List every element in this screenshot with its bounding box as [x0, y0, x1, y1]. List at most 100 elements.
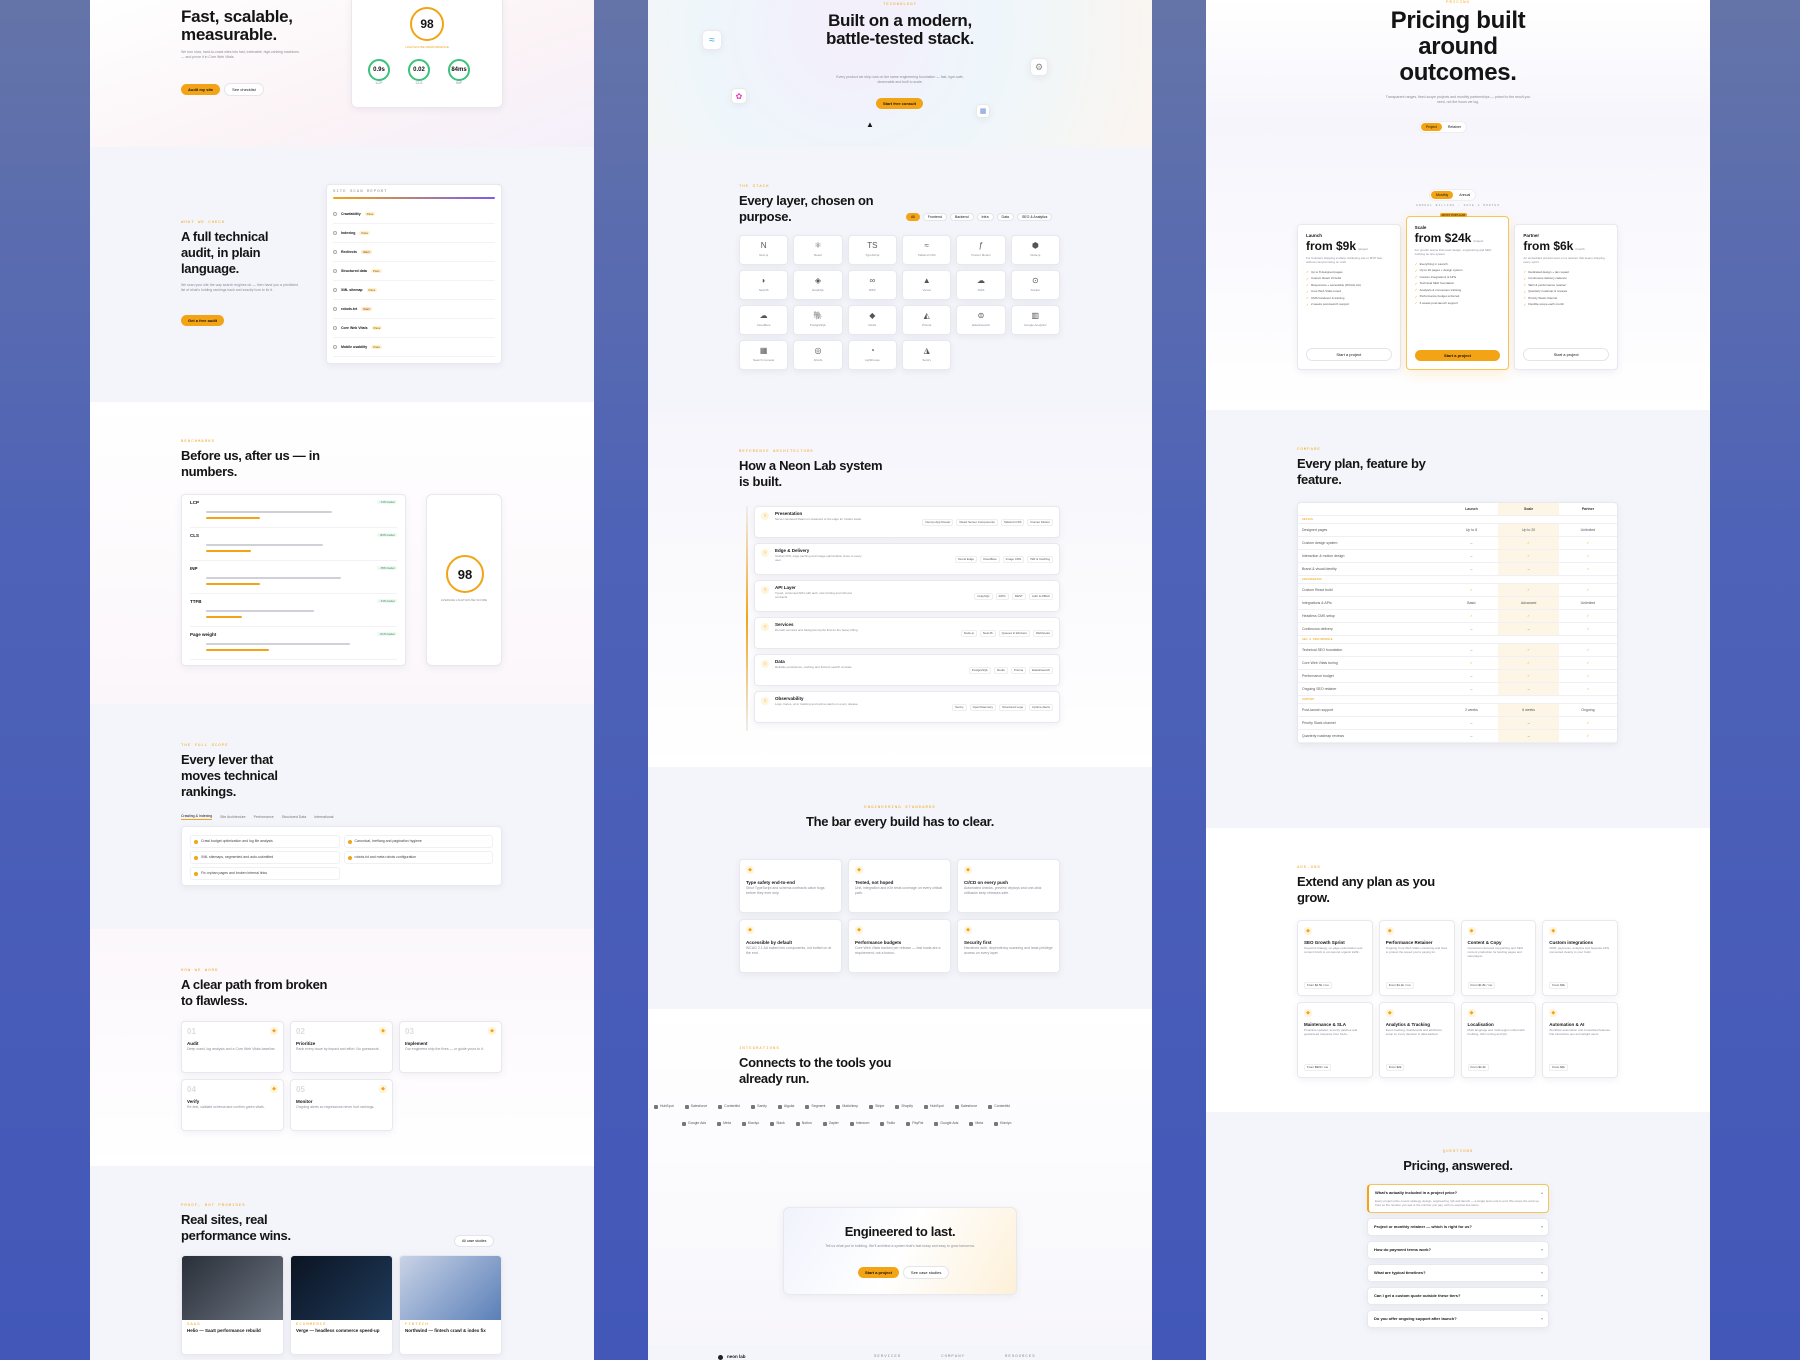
- standard-desc: Hardened auth, dependency scanning and l…: [964, 946, 1053, 955]
- step-icon: ◆: [379, 1085, 387, 1093]
- addon-price: From $2.5k / mo: [1304, 982, 1332, 989]
- addon-card[interactable]: ◆ Custom integrations CRM, payments, analy…: [1542, 920, 1618, 996]
- arch-layer[interactable]: ○ API Layer Typed, versioned APIs with aut…: [754, 580, 1060, 612]
- stack-filter[interactable]: Data: [996, 213, 1014, 221]
- consult-button[interactable]: Start free consult: [876, 98, 923, 109]
- all-cases-link[interactable]: All case studies: [454, 1235, 495, 1247]
- faq-item[interactable]: How do payment terms work? ▾: [1367, 1241, 1549, 1259]
- pricing-body: Transparent ranges, fixed-scope projects…: [1385, 95, 1531, 104]
- addon-card[interactable]: ◆ Automation & AI Workflow automation and …: [1542, 1002, 1618, 1078]
- stack-filter[interactable]: SEO & Analytics: [1016, 213, 1053, 221]
- stack-tool[interactable]: ⊜ Elasticsearch: [956, 305, 1006, 335]
- stack-filter[interactable]: Frontend: [922, 213, 947, 221]
- scan-item: Redirects Warn: [333, 243, 495, 262]
- faq-item[interactable]: What's actually included in a project pr…: [1367, 1184, 1549, 1213]
- addon-card[interactable]: ◆ Localisation Multi-language and multi-re…: [1460, 1002, 1537, 1078]
- stack-tool[interactable]: TS TypeScript: [847, 235, 897, 265]
- stack-tool[interactable]: ≈ Tailwind CSS: [901, 235, 952, 265]
- tool-name: TypeScript: [865, 253, 880, 257]
- faq-item[interactable]: Do you offer ongoing support after launc…: [1367, 1310, 1549, 1328]
- start-project-button[interactable]: Start a project: [858, 1267, 899, 1278]
- addon-card[interactable]: ◆ Analytics & Tracking Event tracking, das…: [1378, 1002, 1455, 1078]
- lever-text: robots.txt and meta robots configuration: [354, 855, 417, 859]
- check-icon: ✓: [1306, 270, 1309, 275]
- feature-value: ✓: [1498, 583, 1559, 597]
- stack-tool[interactable]: ⊙ Docker: [1010, 270, 1060, 300]
- stack-tool[interactable]: ▲ Vercel: [901, 270, 952, 300]
- layer-tag: tRPC: [995, 593, 1009, 600]
- case-tag: FINTECH: [405, 1323, 429, 1327]
- addon-price: From $2.4k: [1467, 1064, 1489, 1071]
- compare-row: Technical SEO foundation – ✓ ✓: [1298, 643, 1617, 657]
- check-icon: [333, 269, 337, 273]
- arch-layer[interactable]: ○ Presentation Server-rendered React on st…: [754, 506, 1060, 538]
- toggle-project[interactable]: Project: [1421, 123, 1442, 131]
- stack-tool[interactable]: ☁ AWS: [956, 270, 1006, 300]
- integration-icon: [795, 1121, 800, 1126]
- footer-columns: SERVICES COMPANY RESOURCES: [874, 1355, 1036, 1359]
- case-card[interactable]: SAAS Helio — SaaS performance rebuild: [181, 1255, 284, 1355]
- billing-annual[interactable]: Annual: [1455, 192, 1475, 198]
- stack-tool[interactable]: ◆ Redis: [847, 305, 897, 335]
- checklist-button[interactable]: See checklist: [224, 83, 264, 96]
- after-bar: [206, 517, 260, 519]
- stack-filter[interactable]: Backend: [949, 213, 974, 221]
- integration-logo: Stripe: [869, 1104, 884, 1109]
- addon-card[interactable]: ◆ SEO Growth Sprint Keyword strategy, on-p…: [1297, 920, 1373, 996]
- stack-tool[interactable]: ⚛ React: [793, 235, 843, 265]
- faq-item[interactable]: Can I get a custom quote outside these t…: [1367, 1287, 1549, 1305]
- addon-desc: Conversion-focused copywriting and SEO c…: [1467, 946, 1524, 958]
- levers-tab[interactable]: Structured Data: [282, 815, 307, 820]
- plan-cta-button[interactable]: Start a project: [1306, 348, 1392, 361]
- arch-layer[interactable]: ○ Edge & Delivery Global CDN, edge caching…: [754, 543, 1060, 575]
- feature-name: Core Web Vitals tuning: [1298, 656, 1445, 670]
- arch-layer[interactable]: ○ Data Reliable persistence, caching and f…: [754, 654, 1060, 686]
- stack-tool[interactable]: ◮ Sentry: [901, 340, 952, 370]
- faq-item[interactable]: Project or monthly retainer — which is r…: [1367, 1218, 1549, 1236]
- plan-cta-button[interactable]: Start a project: [1414, 350, 1501, 361]
- stack-tool[interactable]: ⬢ Node.js: [1010, 235, 1060, 265]
- addon-icon: ◆: [1304, 927, 1312, 935]
- billing-monthly[interactable]: Monthly: [1431, 191, 1454, 199]
- process-step: 03 ◆ Implement Our engineers ship the fixes…: [399, 1021, 502, 1073]
- stack-tool[interactable]: 🐘 PostgreSQL: [793, 305, 843, 335]
- arch-layer[interactable]: ○ Observability Logs, traces, error tracki…: [754, 691, 1060, 723]
- arch-layer[interactable]: ○ Services Domain services and background …: [754, 617, 1060, 649]
- levers-tab[interactable]: Performance: [254, 815, 274, 820]
- faq-item[interactable]: What are typical timelines? ▾: [1367, 1264, 1549, 1282]
- plan-cta-button[interactable]: Start a project: [1523, 348, 1609, 361]
- stack-tool[interactable]: ◗ NestJS: [739, 270, 789, 300]
- stack-tool[interactable]: ◈ GraphQL: [793, 270, 843, 300]
- levers-tab[interactable]: Crawling & Indexing: [181, 814, 213, 820]
- lighthouse-card: 98 LIGHTHOUSE PERFORMANCE 0.9s LCP 0.02 CL…: [351, 0, 503, 108]
- stack-tool[interactable]: N Next.js: [739, 235, 789, 265]
- audit-body: We scan your site the way search engines…: [181, 283, 299, 292]
- levers-tab[interactable]: International: [314, 815, 333, 820]
- compare-row: Custom design system – ✓ ✓: [1298, 536, 1617, 550]
- case-card[interactable]: ECOMMERCE Verge — headless commerce speed…: [290, 1255, 393, 1355]
- scan-item: Indexing Pass: [333, 224, 495, 243]
- stack-tool[interactable]: ◔ Lighthouse: [847, 340, 897, 370]
- stack-tool[interactable]: ƒ Framer Motion: [956, 235, 1006, 265]
- layer-tag: Redis: [994, 667, 1008, 674]
- stack-tool[interactable]: ◭ Prisma: [901, 305, 952, 335]
- audit-button[interactable]: Audit my site: [181, 84, 221, 95]
- stack-filter[interactable]: All: [906, 213, 920, 221]
- addon-card[interactable]: ◆ Performance Retainer Ongoing Core Web Vi…: [1378, 920, 1455, 996]
- toggle-retainer[interactable]: Retainer: [1443, 124, 1466, 130]
- case-studies-button[interactable]: See case studies: [902, 1266, 950, 1279]
- free-audit-button[interactable]: Get a free audit: [181, 315, 225, 326]
- group-label: SUPPORT: [1298, 695, 1617, 704]
- addon-card[interactable]: ◆ Content & Copy Conversion-focused copywr…: [1460, 920, 1537, 996]
- stack-tool[interactable]: ☁ Cloudflare: [739, 305, 789, 335]
- levers-tab[interactable]: Site Architecture: [220, 815, 245, 820]
- integration-icon: [684, 1104, 689, 1109]
- stack-tool[interactable]: ▦ Search Console: [739, 340, 789, 370]
- stack-tool[interactable]: ◎ Ahrefs: [793, 340, 843, 370]
- stack-filter[interactable]: Infra: [976, 213, 994, 221]
- addon-card[interactable]: ◆ Maintenance & SLA Proactive updates, sec…: [1297, 1002, 1373, 1078]
- stack-tool[interactable]: ∞ tRPC: [847, 270, 897, 300]
- integration-logo: Salesforce: [684, 1104, 707, 1109]
- case-card[interactable]: FINTECH Northwind — fintech crawl & index…: [399, 1255, 502, 1355]
- stack-tool[interactable]: ▥ Google Analytics: [1010, 305, 1060, 335]
